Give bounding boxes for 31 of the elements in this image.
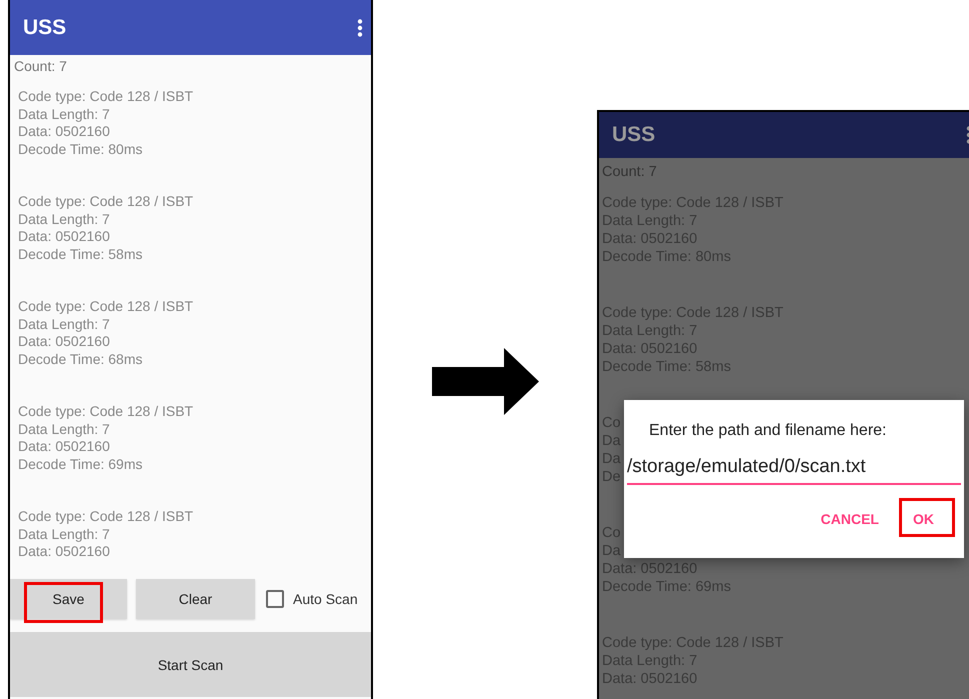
record-line: Decode Time: 80ms <box>18 140 142 158</box>
record-line: Data Length: 7 <box>18 526 110 543</box>
record-line: Data: 0502160 <box>18 123 110 140</box>
record-line: Data Length: 7 <box>18 420 110 438</box>
record-line: Code type: Code 128 / ISBT <box>18 88 194 106</box>
record-line: Data: 0502160 <box>18 333 110 350</box>
record-line: Decode Time: 68ms <box>18 350 142 368</box>
dialog-message: Enter the path and filename here: <box>648 422 888 440</box>
record-line: Data Length: 7 <box>18 316 110 333</box>
record-line: Code type: Code 128 / ISBT <box>18 298 194 316</box>
start-scan-button[interactable]: Start Scan <box>10 632 371 697</box>
record-line: Data: 0502160 <box>18 228 110 246</box>
record-line: Data: 0502160 <box>18 543 110 560</box>
overflow-menu-icon[interactable] <box>357 18 363 36</box>
action-button[interactable]: Clear <box>136 579 255 619</box>
action-button[interactable]: Save <box>10 579 127 619</box>
record-line: Decode Time: 58ms <box>18 246 142 263</box>
right-arrow-icon <box>432 348 538 415</box>
record-line: Data: 0502160 <box>18 438 110 456</box>
record-line: Decode Time: 69ms <box>18 456 142 473</box>
record-line: Data Length: 7 <box>18 210 110 228</box>
record-line: Data Length: 7 <box>18 106 110 123</box>
count-label: Count: 7 <box>14 57 68 75</box>
app-title: USS <box>612 123 656 147</box>
path-input-field[interactable]: /storage/emulated/0/scan.txt <box>627 446 961 485</box>
app-title: USS <box>23 16 66 40</box>
record-line: Code type: Code 128 / ISBT <box>18 403 194 420</box>
checkbox[interactable] <box>266 590 284 608</box>
checkbox-label: Auto Scan <box>293 591 358 607</box>
record-line: Code type: Code 128 / ISBT <box>18 508 194 526</box>
record-line: Code type: Code 128 / ISBT <box>18 193 194 210</box>
